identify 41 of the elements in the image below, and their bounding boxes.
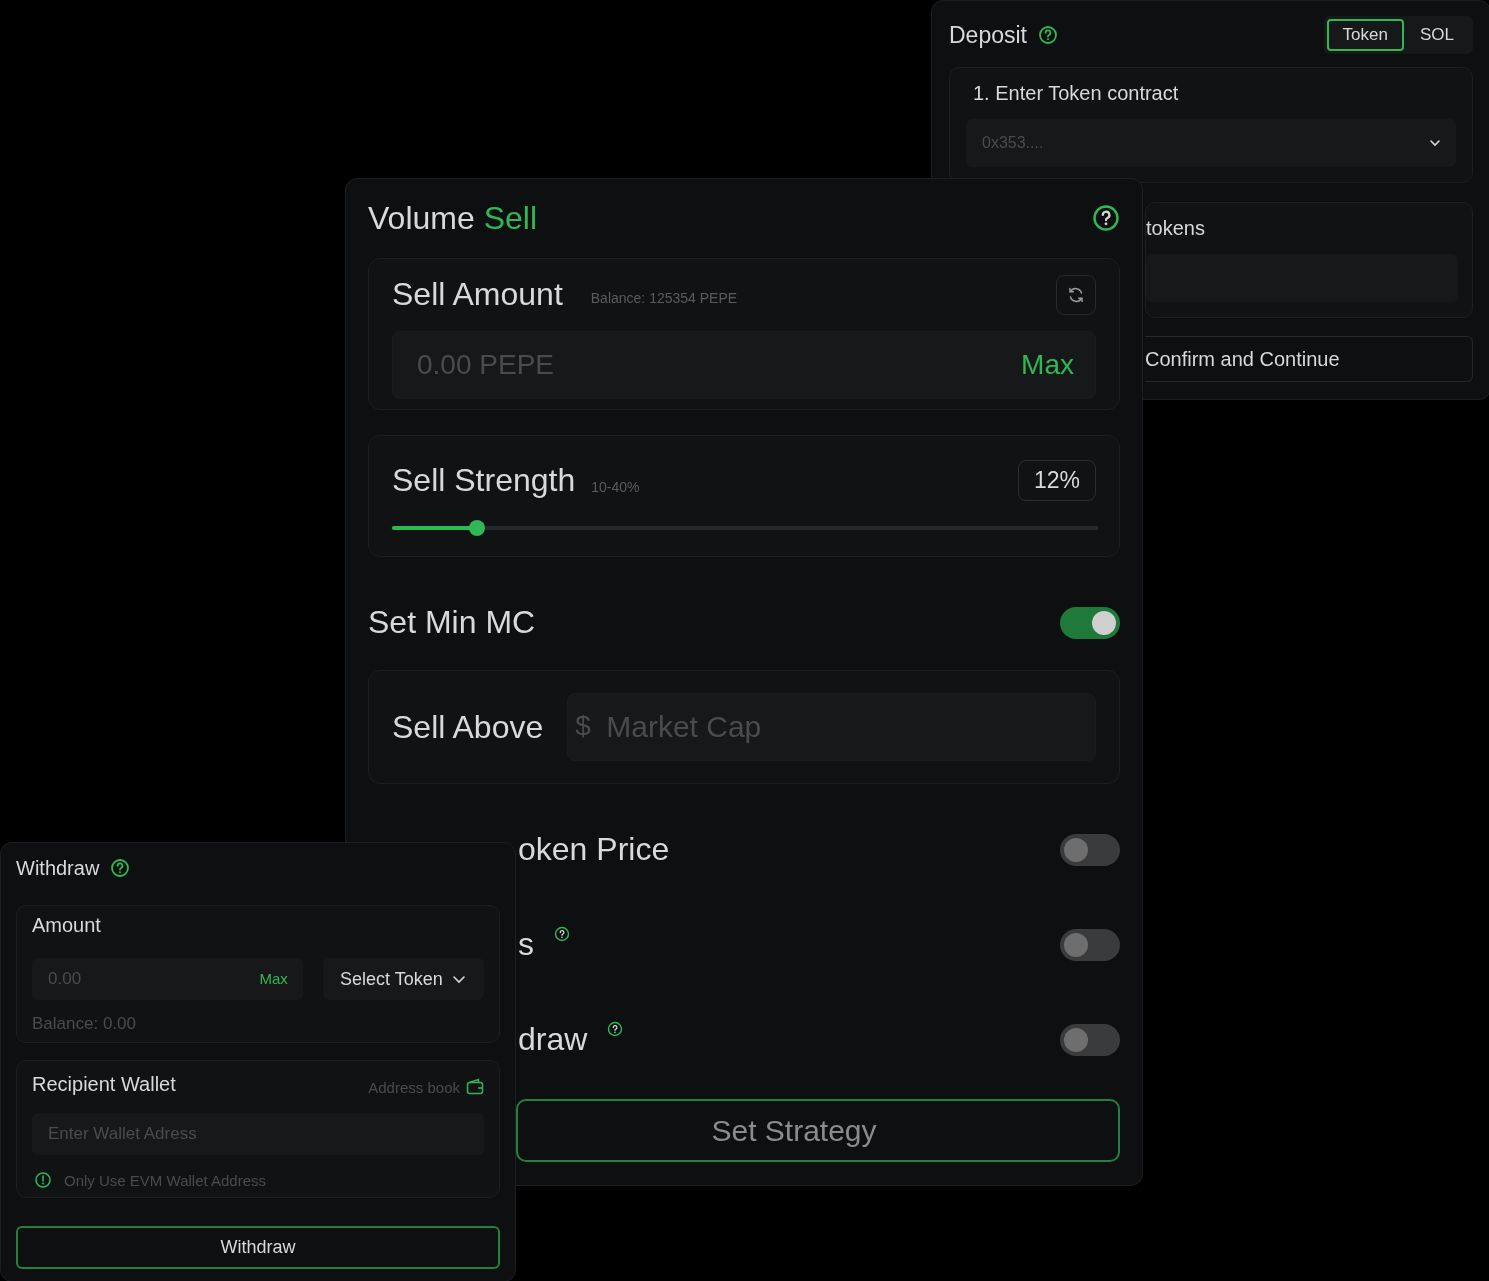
percent-value: 12%: [1017, 459, 1096, 501]
option-label: draw: [518, 1021, 588, 1059]
confirm-button[interactable]: Confirm and Continue: [1145, 336, 1473, 382]
currency-sign: $: [575, 710, 591, 743]
note-text: Only Use EVM Wallet Address: [64, 1171, 266, 1189]
help-icon[interactable]: [1092, 204, 1120, 233]
panel-title: Volume Sell: [368, 199, 537, 237]
sell-amount-label: Sell Amount: [392, 276, 563, 314]
amount-label: Amount: [32, 914, 102, 938]
toggle-switch[interactable]: [1060, 928, 1120, 961]
toggle-switch[interactable]: [1060, 1023, 1120, 1056]
tab[interactable]: Token: [1326, 19, 1404, 51]
step-label: 1. Enter Token contract: [972, 82, 1180, 105]
panel-title: Deposit: [949, 21, 1027, 49]
balance-text: Balance: 0.00: [32, 1014, 137, 1034]
toggle-switch[interactable]: [1060, 606, 1120, 639]
max-button[interactable]: Max: [259, 970, 288, 987]
info-icon: [34, 1171, 52, 1189]
option-label: s: [518, 926, 534, 964]
help-icon[interactable]: [110, 858, 131, 878]
sell-above-label: Sell Above: [392, 708, 544, 746]
refresh-button[interactable]: [1056, 274, 1096, 315]
help-icon[interactable]: [1038, 25, 1058, 45]
wallet-icon[interactable]: [466, 1078, 484, 1096]
set-strategy-button[interactable]: Set Strategy: [516, 1099, 1120, 1162]
toggle-switch[interactable]: [1060, 833, 1120, 866]
max-button[interactable]: Max: [1021, 348, 1074, 381]
recipient-label: Recipient Wallet: [32, 1073, 176, 1097]
range-text: 10-40%: [591, 479, 640, 496]
tab[interactable]: SOL: [1403, 19, 1470, 51]
option-label: Set Min MC: [368, 604, 536, 642]
help-icon[interactable]: [554, 925, 570, 942]
step-label: tokens: [1146, 217, 1205, 240]
withdraw-button[interactable]: Withdraw: [16, 1226, 500, 1269]
panel-title: Withdraw: [16, 856, 100, 880]
balance-text: Balance: 125354 PEPE: [590, 289, 738, 306]
help-icon[interactable]: [607, 1020, 624, 1037]
token-dropdown[interactable]: Select Token: [322, 958, 484, 1000]
slider-thumb[interactable]: [468, 520, 485, 537]
option-label: oken Price: [518, 831, 670, 869]
sell-strength-label: Sell Strength: [392, 461, 576, 499]
